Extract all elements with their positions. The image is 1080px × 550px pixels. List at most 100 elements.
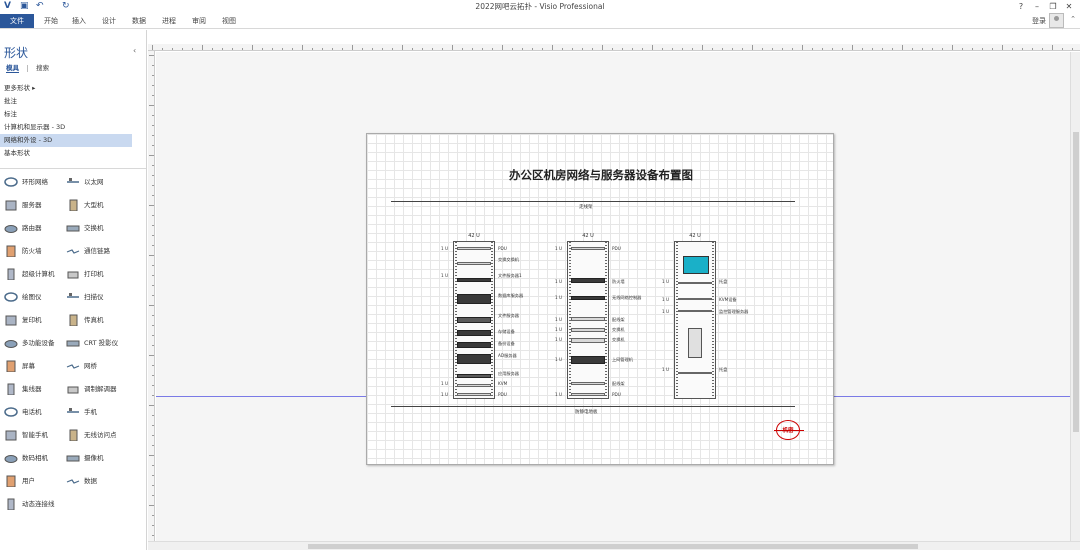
rack-unit[interactable] (571, 382, 605, 385)
rack-unit-number: 1 U (441, 273, 449, 278)
rack-unit[interactable] (678, 310, 712, 312)
rack-unit[interactable] (457, 384, 491, 387)
firewall-icon (4, 245, 18, 258)
stencil-item[interactable]: 批注 (0, 95, 146, 108)
rack-unit[interactable] (457, 393, 491, 396)
stencil-item[interactable]: 网络和外设 - 3D (0, 134, 132, 147)
ruler-tick (242, 48, 243, 50)
rack-device-label: 配线架 (612, 317, 625, 322)
monitor-icon[interactable] (683, 256, 709, 274)
ruler-tick (212, 48, 213, 50)
ruler-tick (952, 45, 953, 50)
rack-device-label: 存储设备 (498, 329, 515, 334)
tab-file[interactable]: 文件 (0, 14, 34, 28)
shape-label: 无线访问点 (84, 431, 117, 439)
collapse-ribbon-icon[interactable]: ⌃ (1070, 15, 1076, 23)
window-title: 2022网吧云拓扑 - Visio Professional (475, 2, 605, 11)
rack-unit-number: 1 U (441, 381, 449, 386)
stencil-item[interactable]: 计算机和显示器 - 3D (0, 121, 146, 134)
rack-unit[interactable] (571, 393, 605, 396)
tab-design[interactable]: 设计 (102, 15, 116, 27)
stencil-item[interactable]: 基本形状 (0, 147, 146, 160)
tab-search[interactable]: 搜索 (36, 62, 49, 72)
rack-unit[interactable] (457, 278, 491, 282)
ruler-tick (902, 45, 903, 50)
fax-icon (66, 314, 80, 327)
drawing-page[interactable]: 办公区机房网络与服务器设备布置图 走线架 防静电地板 机密 42 U PDU 交换交… (366, 133, 834, 465)
rack-unit[interactable] (571, 328, 605, 332)
rack-unit[interactable] (571, 247, 605, 250)
tab-stencils[interactable]: 模具 (6, 62, 19, 73)
shape-label: 以太网 (84, 178, 104, 186)
ruler-tick (152, 515, 154, 516)
help-button[interactable]: ? (1014, 0, 1028, 13)
restore-button[interactable]: ❐ (1046, 0, 1060, 13)
horizontal-scrollbar[interactable] (148, 541, 1080, 550)
rack-device-label: KVM (498, 381, 508, 386)
projector-icon (66, 337, 80, 349)
rack-unit[interactable] (571, 356, 605, 364)
chevron-left-icon[interactable]: ‹ (133, 46, 136, 55)
ruler-tick (152, 375, 154, 376)
shape-label: 复印机 (22, 316, 42, 324)
diagram-title[interactable]: 办公区机房网络与服务器设备布置图 (367, 167, 835, 183)
rack-unit[interactable] (457, 294, 491, 304)
multifunction-icon (4, 337, 18, 349)
drawing-canvas[interactable]: 办公区机房网络与服务器设备布置图 走线架 防静电地板 机密 42 U PDU 交换交… (156, 52, 1070, 541)
rack-unit-number: 1 U (555, 279, 563, 284)
vertical-scrollbar[interactable] (1070, 52, 1080, 541)
server-rack[interactable] (453, 241, 495, 399)
tab-view[interactable]: 视图 (222, 15, 236, 27)
rack-unit[interactable] (571, 296, 605, 300)
rack-unit[interactable] (457, 247, 491, 250)
ruler-tick (982, 48, 983, 50)
stencil-item[interactable]: 更多形状 (0, 82, 146, 95)
vertical-scroll-thumb[interactable] (1073, 132, 1079, 432)
rack-unit[interactable] (457, 317, 491, 323)
shape-label: 数据 (84, 477, 97, 485)
avatar[interactable] (1049, 13, 1064, 28)
router-icon (4, 222, 18, 234)
stencil-item[interactable]: 标注 (0, 108, 146, 121)
shape-label: 绘图仪 (22, 293, 42, 301)
login-link[interactable]: 登录 (1032, 15, 1046, 27)
cable-tray-line[interactable] (391, 201, 795, 202)
horizontal-scroll-thumb[interactable] (308, 544, 918, 549)
rack-unit[interactable] (457, 342, 491, 348)
close-button[interactable]: ✕ (1062, 0, 1076, 13)
ruler-tick (342, 48, 343, 50)
shapes-pane-title: 形状 (4, 46, 29, 60)
rack-unit[interactable] (678, 282, 712, 284)
minimize-button[interactable]: – (1030, 0, 1044, 13)
tab-home[interactable]: 开始 (44, 15, 58, 27)
horizontal-ruler[interactable] (148, 44, 1080, 51)
ruler-tick (332, 48, 333, 50)
rack-unit[interactable] (457, 330, 491, 336)
rack-unit[interactable] (457, 354, 491, 364)
floor-line[interactable] (391, 406, 795, 407)
rack-unit[interactable] (571, 278, 605, 283)
shape-label: 多功能设备 (22, 339, 55, 347)
server-rack[interactable] (567, 241, 609, 399)
title-bar: V ▣ ↶ ↻ 2022网吧云拓扑 - Visio Professional ?… (0, 0, 1080, 13)
ruler-tick (742, 48, 743, 50)
shape-label: 集线器 (22, 385, 42, 393)
rack-unit[interactable] (678, 298, 712, 300)
vertical-ruler[interactable] (148, 51, 155, 541)
rack-header: 42 U (468, 233, 480, 239)
rack-unit[interactable] (571, 317, 605, 321)
tab-review[interactable]: 审阅 (192, 15, 206, 27)
server-rack[interactable] (674, 241, 716, 399)
ruler-tick (362, 48, 363, 50)
rack-unit[interactable] (457, 374, 491, 378)
shape-label: 摄像机 (84, 454, 104, 462)
rack-unit[interactable] (678, 372, 712, 374)
confidential-stamp[interactable]: 机密 (774, 420, 804, 440)
tab-process[interactable]: 进程 (162, 15, 176, 27)
tab-data[interactable]: 数据 (132, 15, 146, 27)
rack-unit[interactable] (571, 338, 605, 343)
ruler-tick (372, 48, 373, 50)
tab-insert[interactable]: 插入 (72, 15, 86, 27)
tower-pc-icon[interactable] (688, 328, 702, 358)
rack-unit[interactable] (457, 262, 491, 265)
